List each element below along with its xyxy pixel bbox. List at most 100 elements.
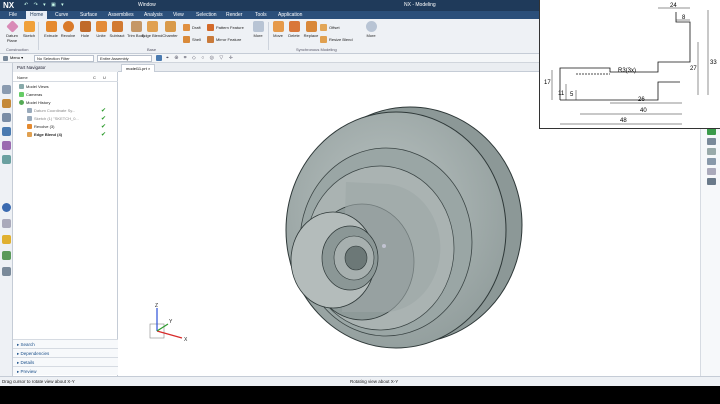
svg-text:R3(3x): R3(3x) <box>618 68 636 74</box>
visualization-icon[interactable] <box>2 235 11 244</box>
menu-home[interactable]: Home <box>26 11 48 19</box>
svg-text:48: 48 <box>620 118 627 124</box>
menu-curve[interactable]: Curve <box>55 12 68 18</box>
tree-item-cameras[interactable]: Cameras <box>13 91 118 99</box>
sketch-icon <box>23 21 35 32</box>
palette-icon[interactable] <box>2 251 11 260</box>
more-sync-button[interactable]: More <box>360 21 382 38</box>
svg-text:5: 5 <box>570 92 574 98</box>
offset-face-icon <box>320 24 327 32</box>
analysis-icon[interactable] <box>2 267 11 276</box>
resize-blend-icon <box>320 36 327 44</box>
selection-filter-dropdown[interactable]: No Selection Filter <box>34 55 94 62</box>
reuse-library-icon[interactable] <box>2 127 11 136</box>
revolve-icon <box>62 21 74 32</box>
group-construction: Construction <box>6 47 29 52</box>
navigator-column-header: Name C U <box>13 74 118 82</box>
more-icon <box>252 21 264 32</box>
chamfer-icon <box>164 21 176 32</box>
checkmark-icon: ✔ <box>101 116 107 122</box>
group-synchronous-modeling: Synchronous Modeling <box>296 47 337 52</box>
menu-assemblies[interactable]: Assemblies <box>108 12 134 18</box>
more-icon <box>365 21 377 32</box>
resize-blend-button[interactable]: Resize Blend <box>320 35 353 44</box>
snap-point-tools[interactable]: ⌖ ⊕ ⌗ ◇ ○ ◎ ▽ ✛ <box>166 55 235 61</box>
mirror-feature-button[interactable]: Mirror Feature <box>207 35 241 44</box>
pattern-feature-button[interactable]: Pattern Feature <box>207 23 244 32</box>
assembly-navigator-icon[interactable] <box>2 99 11 108</box>
draft-button[interactable]: Draft <box>183 23 201 32</box>
tree-item-datum-csys[interactable]: Datum Coordinate Sy... ✔ <box>13 107 118 115</box>
draft-icon <box>183 24 190 32</box>
edge-blend-icon <box>146 21 158 32</box>
menu-file[interactable]: File <box>9 12 17 18</box>
view-triad[interactable]: Z X Y <box>142 302 202 352</box>
tree-item-model-history[interactable]: Model History <box>13 99 118 107</box>
web-browser-icon[interactable] <box>2 155 11 164</box>
move-face-icon <box>272 21 284 32</box>
fit-view-icon[interactable] <box>707 128 716 135</box>
more-base-button[interactable]: More <box>247 21 269 38</box>
orient-view-icon[interactable] <box>707 168 716 175</box>
subtract-icon <box>111 21 123 32</box>
window-title: NX - Modeling <box>404 2 436 8</box>
shell-button[interactable]: Shell <box>183 35 201 44</box>
window-menu[interactable]: Window <box>138 2 156 8</box>
trim-body-icon <box>130 21 142 32</box>
snap-icon[interactable] <box>156 55 162 61</box>
triad-z-label: Z <box>155 303 158 309</box>
rotate-icon[interactable] <box>707 148 716 155</box>
constraint-navigator-icon[interactable] <box>2 113 11 122</box>
shell-icon <box>183 36 190 44</box>
svg-text:33: 33 <box>710 60 717 66</box>
tree-item-sketch[interactable]: Sketch (1) "SKETCH_0... ✔ <box>13 115 118 123</box>
offset-face-button[interactable]: Offset <box>320 23 340 32</box>
quick-access-toolbar[interactable]: ↶ ↷ ▾ ▣ ▾ <box>24 2 66 8</box>
menu-application[interactable]: Application <box>278 12 302 18</box>
checkmark-icon: ✔ <box>101 132 107 138</box>
selection-scope-dropdown[interactable]: Entire Assembly <box>97 55 152 62</box>
revolve-feature-icon <box>27 124 32 130</box>
tree-item-edge-blend[interactable]: Edge Blend (4) ✔ <box>13 131 118 139</box>
menu-tools[interactable]: Tools <box>255 12 267 18</box>
triad-x-label: X <box>184 337 188 343</box>
panel-preview[interactable]: ▸ Preview <box>13 366 118 375</box>
model-history-icon <box>19 100 24 106</box>
pan-icon[interactable] <box>707 158 716 165</box>
part-navigator-icon[interactable] <box>2 85 11 94</box>
menu-view[interactable]: View <box>173 12 184 18</box>
panel-dependencies[interactable]: ▸ Dependencies <box>13 348 118 357</box>
render-style-icon[interactable] <box>707 178 716 185</box>
svg-text:11: 11 <box>558 91 565 97</box>
part-file-tab[interactable]: model11.prt × <box>121 64 156 72</box>
panel-search[interactable]: ▸ Search <box>13 339 118 348</box>
menu-render[interactable]: Render <box>226 12 242 18</box>
sketch-dimensions-drawing: 24 8 33 27 17 11 5 R3(3x) 26 40 48 <box>544 3 717 125</box>
delete-face-icon <box>288 21 300 32</box>
roles-icon[interactable] <box>2 203 11 212</box>
panel-details[interactable]: ▸ Details <box>13 357 118 366</box>
status-prompt: Drag cursor to rotate view about X-Y <box>2 379 75 384</box>
menu-button[interactable]: Menu ▾ <box>10 55 23 60</box>
menu-analysis[interactable]: Analysis <box>144 12 163 18</box>
chamfer-button[interactable]: Chamfer <box>159 21 181 38</box>
datum-csys-icon <box>27 108 32 114</box>
menu-surface[interactable]: Surface <box>80 12 97 18</box>
system-materials-icon[interactable] <box>2 219 11 228</box>
tree-item-revolve[interactable]: Revolve (3) ✔ <box>13 123 118 131</box>
history-icon[interactable] <box>2 141 11 150</box>
triad-y-label: Y <box>169 319 173 325</box>
menu-selection[interactable]: Selection <box>196 12 217 18</box>
close-icon[interactable]: × <box>148 66 150 71</box>
svg-text:17: 17 <box>544 80 551 86</box>
tree-item-model-views[interactable]: Model Views <box>13 83 118 91</box>
edge-blend-feature-icon <box>27 132 32 138</box>
datum-plane-icon <box>5 20 19 33</box>
unite-icon <box>95 21 107 32</box>
zoom-icon[interactable] <box>707 138 716 145</box>
replace-face-button[interactable]: Replace <box>300 21 322 38</box>
part-navigator: Part Navigator Name C U Model Views Came… <box>13 63 118 376</box>
part-navigator-title: Part Navigator <box>13 63 118 72</box>
reference-sketch-drawing: 24 8 33 27 17 11 5 R3(3x) 26 40 48 <box>539 0 720 129</box>
sketch-button[interactable]: Sketch <box>18 21 40 38</box>
